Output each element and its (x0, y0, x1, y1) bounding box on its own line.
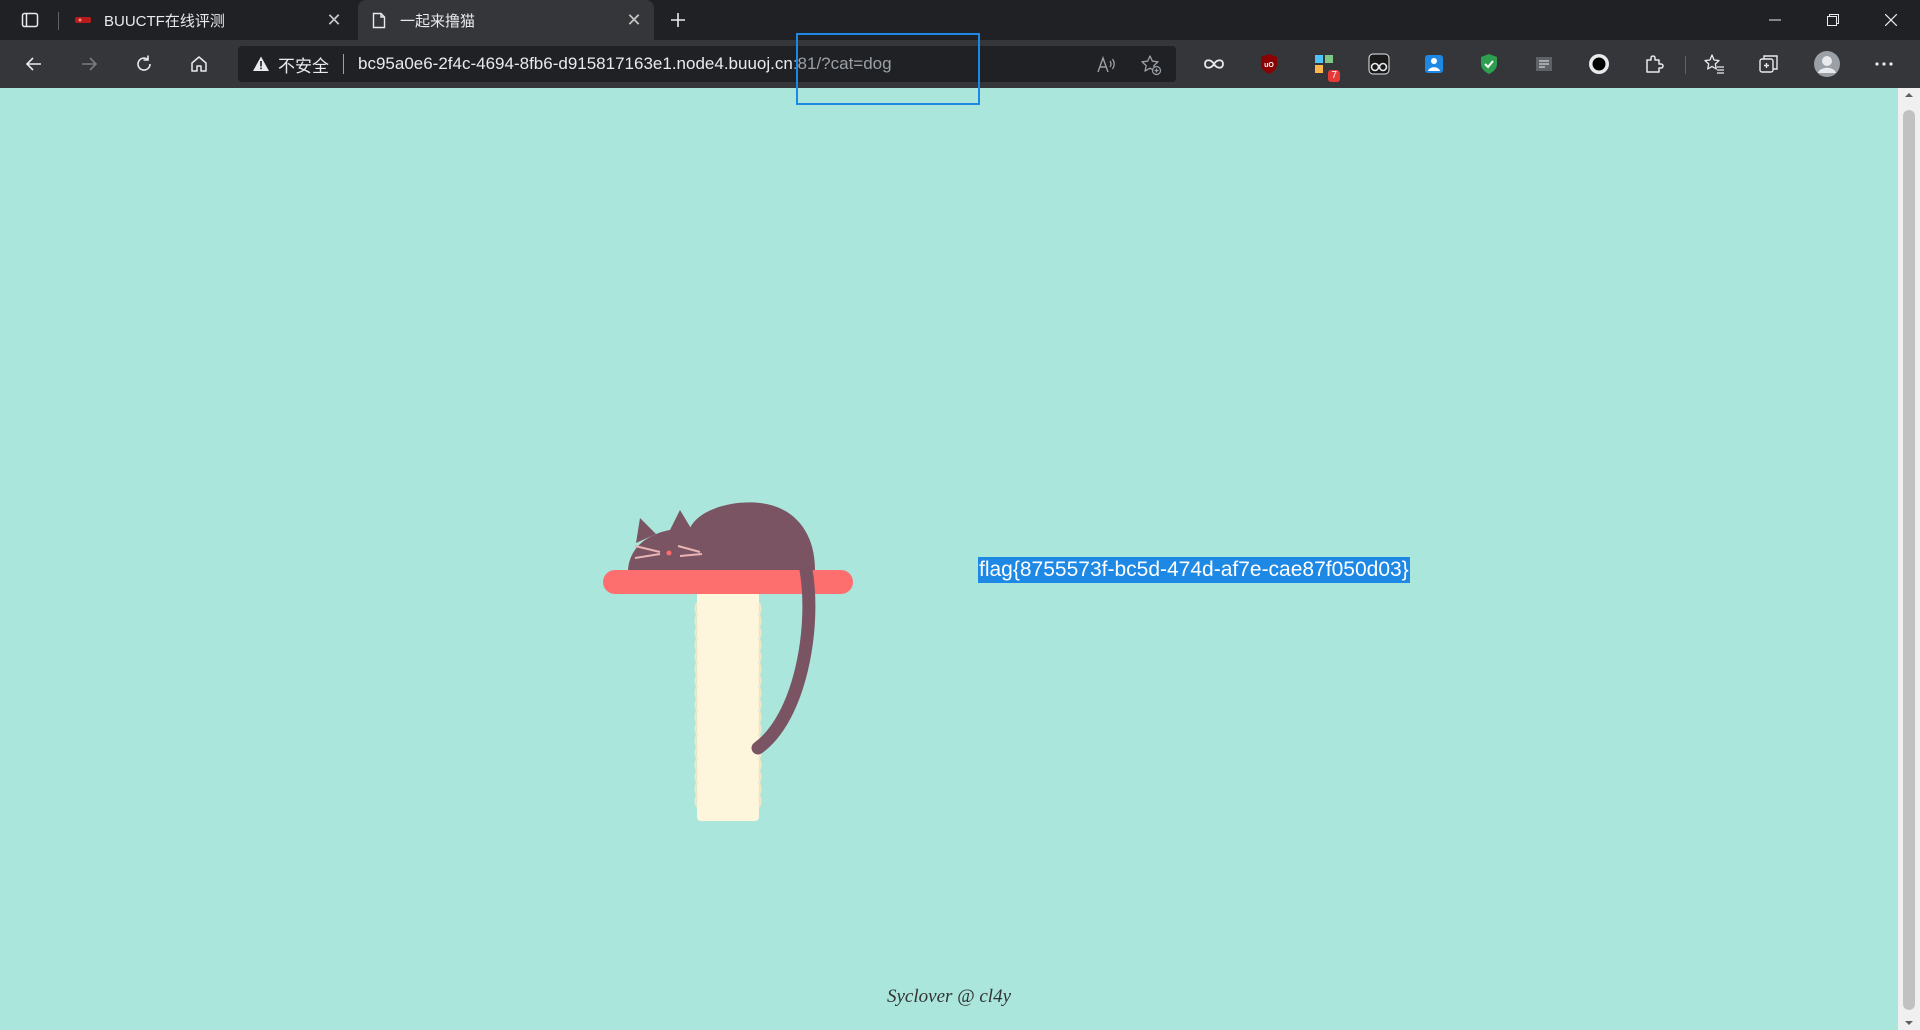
add-favorite-button[interactable] (1140, 54, 1162, 76)
blue-extension-icon[interactable] (1420, 50, 1448, 78)
read-aloud-button[interactable] (1096, 54, 1118, 76)
scroll-down-icon (1905, 1021, 1913, 1025)
footer-credit: Syclover @ cl4y (886, 986, 1012, 1007)
url-highlight-annotation (796, 33, 980, 105)
read-aloud-icon (1097, 55, 1115, 73)
scrollbar-thumb[interactable] (1903, 110, 1915, 1010)
cat-tail (751, 563, 816, 755)
tab-title: BUUCTF在线评测 (104, 12, 225, 30)
home-icon (191, 56, 207, 72)
tab-cat-page[interactable]: 一起来撸猫 ✕ (358, 0, 654, 40)
extensions-button[interactable] (1640, 50, 1668, 78)
toolbar-divider (1685, 56, 1686, 74)
profile-button[interactable] (1813, 50, 1841, 78)
cat-ear-right (670, 510, 692, 530)
security-label[interactable]: 不安全 (278, 52, 329, 77)
page-viewport: flag{8755573f-bc5d-474d-af7e-cae87f050d0… (0, 88, 1898, 1030)
back-button[interactable] (16, 46, 52, 82)
tab-title: 一起来撸猫 (400, 12, 476, 30)
cat-illustration (603, 502, 853, 821)
minimize-icon (1769, 19, 1781, 21)
tab-actions-icon (21, 12, 39, 28)
forward-button[interactable] (71, 46, 107, 82)
buuctf-icon (74, 11, 92, 29)
extension-with-badge-icon[interactable]: 7 (1310, 50, 1340, 82)
svg-text:uO: uO (1264, 62, 1274, 69)
reader-extension-icon[interactable] (1530, 50, 1558, 78)
favorites-button[interactable] (1700, 50, 1728, 78)
infinity-extension-icon[interactable] (1200, 50, 1228, 78)
close-tab-icon[interactable]: ✕ (620, 6, 648, 34)
avatar-icon (1814, 51, 1840, 77)
address-separator (343, 54, 344, 74)
close-window-button[interactable] (1868, 0, 1914, 40)
tab-separator (58, 12, 59, 30)
forward-arrow-icon (82, 57, 98, 71)
refresh-button[interactable] (126, 46, 162, 82)
more-options-button[interactable] (1870, 50, 1898, 78)
home-button[interactable] (181, 46, 217, 82)
extension-badge: 7 (1328, 70, 1340, 82)
favorites-list-icon (1704, 54, 1724, 74)
scratching-post (697, 591, 759, 821)
flag-text: flag{8755573f-bc5d-474d-af7e-cae87f050d0… (978, 557, 1410, 583)
url-host: bc95a0e6-2f4c-4694-8fb6-d915817163e1.nod… (358, 54, 793, 73)
record-extension-icon[interactable] (1585, 50, 1613, 78)
page-icon (370, 11, 388, 29)
restore-button[interactable] (1810, 0, 1856, 40)
shield-extension-icon[interactable] (1475, 50, 1503, 78)
collections-icon (1759, 55, 1778, 73)
close-icon (1885, 14, 1897, 26)
restore-icon (1827, 14, 1839, 26)
cat-shelf (603, 570, 853, 594)
star-add-icon (1141, 55, 1162, 76)
ublock-origin-icon[interactable]: uO (1255, 50, 1283, 78)
puzzle-icon (1646, 55, 1664, 73)
tab-actions-button[interactable] (14, 8, 46, 32)
plus-icon (671, 13, 685, 27)
tampermonkey-icon[interactable] (1365, 50, 1393, 78)
ellipsis-icon (1875, 62, 1893, 66)
vertical-scrollbar[interactable] (1898, 88, 1920, 1030)
scroll-up-icon (1905, 93, 1913, 97)
back-arrow-icon (25, 57, 41, 71)
new-tab-button[interactable] (664, 6, 692, 34)
close-tab-icon[interactable]: ✕ (320, 6, 348, 34)
warning-icon (253, 56, 269, 71)
collections-button[interactable] (1755, 50, 1783, 78)
tab-buuctf[interactable]: BUUCTF在线评测 ✕ (62, 0, 354, 40)
cat-body (628, 502, 815, 570)
address-bar[interactable]: 不安全 bc95a0e6-2f4c-4694-8fb6-d915817163e1… (238, 46, 1176, 82)
refresh-icon (137, 55, 151, 71)
minimize-button[interactable] (1752, 0, 1798, 40)
cat-nose (666, 550, 672, 556)
